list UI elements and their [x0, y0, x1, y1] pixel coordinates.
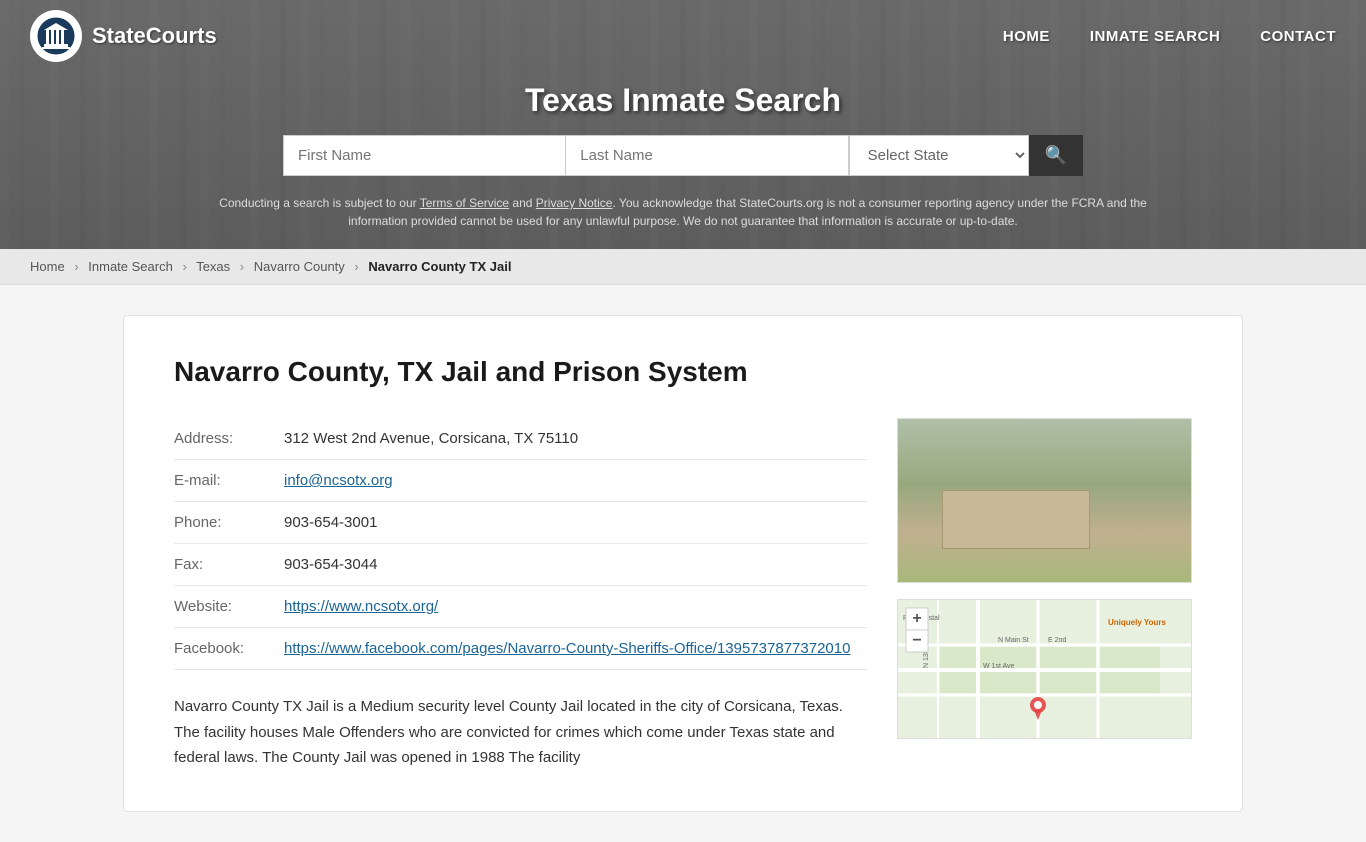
breadcrumb-sep-2: › [182, 259, 186, 274]
svg-text:+: + [912, 610, 921, 627]
svg-text:E 2nd: E 2nd [1048, 637, 1066, 644]
disclaimer-text: Conducting a search is subject to our Te… [183, 188, 1183, 244]
search-bar: Select State Texas California Florida 🔍 [283, 135, 1083, 176]
facebook-link[interactable]: https://www.facebook.com/pages/Navarro-C… [284, 640, 850, 657]
breadcrumb-current: Navarro County TX Jail [368, 259, 511, 274]
privacy-link[interactable]: Privacy Notice [536, 196, 613, 210]
breadcrumb-sep-4: › [354, 259, 358, 274]
website-value: https://www.ncsotx.org/ [284, 598, 438, 615]
address-row: Address: 312 West 2nd Avenue, Corsicana,… [174, 418, 867, 460]
phone-value: 903-654-3001 [284, 514, 377, 531]
address-value: 312 West 2nd Avenue, Corsicana, TX 75110 [284, 430, 578, 447]
main-content: Navarro County, TX Jail and Prison Syste… [83, 285, 1283, 842]
fax-row: Fax: 903-654-3044 [174, 544, 867, 586]
svg-text:−: − [912, 632, 921, 649]
phone-label: Phone: [174, 514, 284, 531]
navigation: StateCourts HOME INMATE SEARCH CONTACT [0, 0, 1366, 72]
last-name-input[interactable] [565, 135, 848, 176]
email-value: info@ncsotx.org [284, 472, 393, 489]
terms-link[interactable]: Terms of Service [420, 196, 509, 210]
nav-contact[interactable]: CONTACT [1260, 28, 1336, 45]
address-label: Address: [174, 430, 284, 447]
nav-inmate-search[interactable]: INMATE SEARCH [1090, 28, 1220, 45]
svg-text:W 1st Ave: W 1st Ave [983, 663, 1014, 670]
site-name: StateCourts [92, 23, 217, 49]
header-content: Texas Inmate Search Select State Texas C… [0, 72, 1366, 249]
svg-text:Uniquely Yours: Uniquely Yours [1108, 618, 1166, 627]
website-link[interactable]: https://www.ncsotx.org/ [284, 598, 438, 615]
header-title: Texas Inmate Search [20, 82, 1346, 119]
breadcrumb-inmate-search[interactable]: Inmate Search [88, 259, 173, 274]
breadcrumb-sep-3: › [240, 259, 244, 274]
breadcrumb: Home › Inmate Search › Texas › Navarro C… [0, 249, 1366, 285]
info-table: Address: 312 West 2nd Avenue, Corsicana,… [174, 418, 867, 771]
first-name-input[interactable] [283, 135, 565, 176]
breadcrumb-texas[interactable]: Texas [196, 259, 230, 274]
nav-links: HOME INMATE SEARCH CONTACT [1003, 28, 1336, 45]
logo-area: StateCourts [30, 10, 217, 62]
website-label: Website: [174, 598, 284, 615]
side-images: N Main St E 2nd N 13th W 1st Ave Uniquel… [897, 418, 1192, 771]
facility-heading: Navarro County, TX Jail and Prison Syste… [174, 356, 1192, 388]
header: StateCourts HOME INMATE SEARCH CONTACT T… [0, 0, 1366, 249]
info-layout: Address: 312 West 2nd Avenue, Corsicana,… [174, 418, 1192, 771]
content-card: Navarro County, TX Jail and Prison Syste… [123, 315, 1243, 812]
svg-text:N Main St: N Main St [998, 637, 1029, 644]
search-icon: 🔍 [1045, 145, 1067, 165]
map-image: N Main St E 2nd N 13th W 1st Ave Uniquel… [897, 599, 1192, 739]
breadcrumb-navarro-county[interactable]: Navarro County [254, 259, 345, 274]
breadcrumb-home[interactable]: Home [30, 259, 65, 274]
email-label: E-mail: [174, 472, 284, 489]
phone-row: Phone: 903-654-3001 [174, 502, 867, 544]
map-inner: N Main St E 2nd N 13th W 1st Ave Uniquel… [898, 600, 1191, 738]
website-row: Website: https://www.ncsotx.org/ [174, 586, 867, 628]
logo-icon [30, 10, 82, 62]
nav-home[interactable]: HOME [1003, 28, 1050, 45]
breadcrumb-sep-1: › [74, 259, 78, 274]
state-select[interactable]: Select State Texas California Florida [849, 135, 1029, 176]
email-link[interactable]: info@ncsotx.org [284, 472, 393, 489]
search-button[interactable]: 🔍 [1029, 135, 1083, 176]
facebook-label: Facebook: [174, 640, 284, 657]
facebook-value: https://www.facebook.com/pages/Navarro-C… [284, 640, 850, 657]
email-row: E-mail: info@ncsotx.org [174, 460, 867, 502]
fax-value: 903-654-3044 [284, 556, 377, 573]
facebook-row: Facebook: https://www.facebook.com/pages… [174, 628, 867, 670]
facility-photo [897, 418, 1192, 583]
description-text: Navarro County TX Jail is a Medium secur… [174, 694, 867, 771]
fax-label: Fax: [174, 556, 284, 573]
